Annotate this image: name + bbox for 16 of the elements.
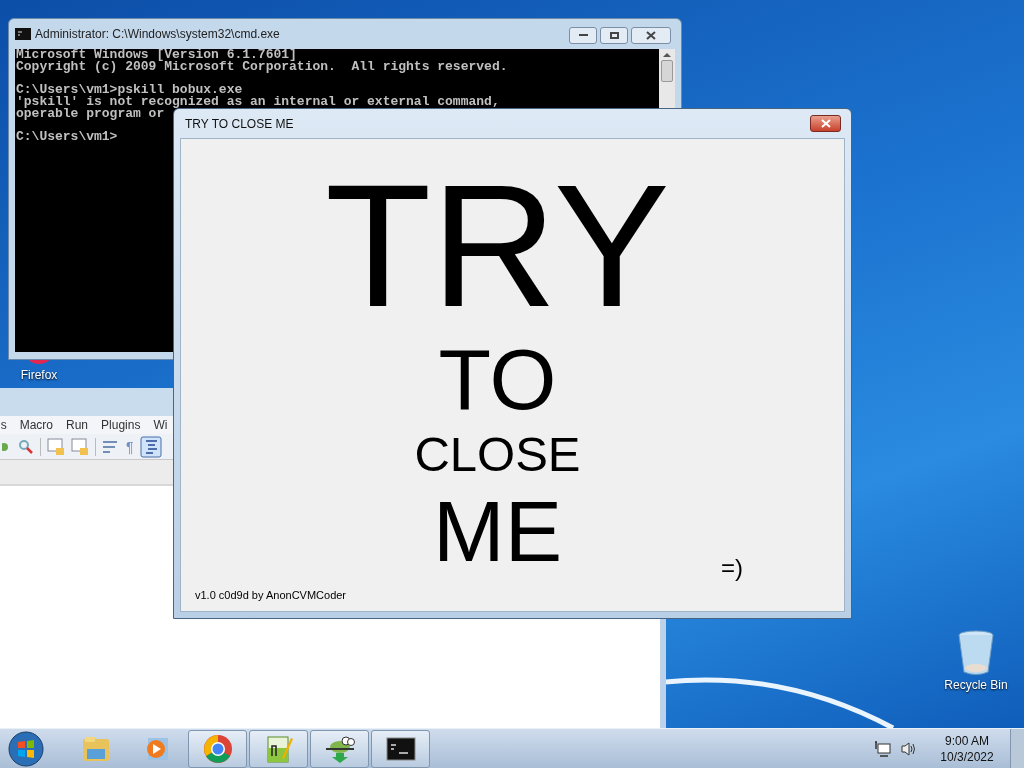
headline-text: ME xyxy=(433,488,562,574)
clock-time: 9:00 AM xyxy=(945,732,989,749)
console-line: C:\Users\vm1>pskill bobux.exe xyxy=(16,84,243,96)
clock-date: 10/3/2022 xyxy=(940,748,994,765)
headline-text: TO xyxy=(438,336,557,422)
smiley-text: =) xyxy=(721,556,743,580)
console-line: operable program or xyxy=(16,108,165,120)
headline-text: CLOSE xyxy=(414,430,581,479)
console-line: Copyright (c) 2009 Microsoft Corporation. All rights reserved. xyxy=(16,61,508,73)
window-title: TRY TO CLOSE ME xyxy=(185,115,294,133)
console-line: 'pskill' is not recognized as an internal or external command, xyxy=(16,96,500,108)
headline-text: TRY xyxy=(325,159,670,333)
console-line: Microsoft Windows [Version 6.1.7601] xyxy=(16,49,297,61)
version-footer: v1.0 c0d9d by AnonCVMCoder xyxy=(195,586,347,603)
window-title: Administrator: C:\Windows\system32\cmd.exe xyxy=(35,26,280,43)
console-line: C:\Users\vm1> xyxy=(16,131,118,143)
